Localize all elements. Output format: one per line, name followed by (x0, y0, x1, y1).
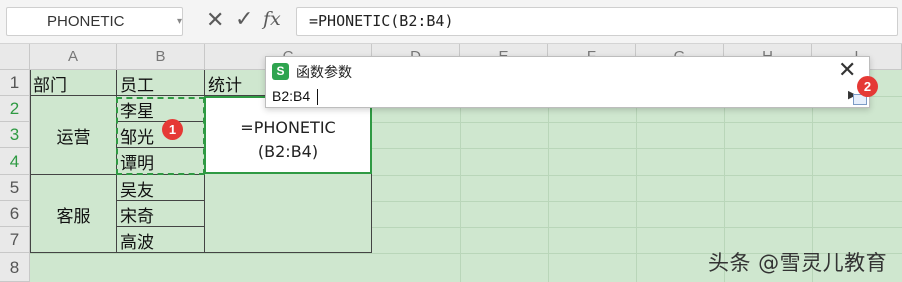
cell-a5-merged[interactable]: 客服 (31, 175, 116, 253)
chevron-down-icon[interactable]: ▾ (177, 16, 182, 27)
cell-c2-formula: =PHONETIC (B2:B4) (206, 116, 370, 164)
cell-c2-line1: =PHONETIC (240, 118, 336, 137)
cell-c1[interactable]: 统计 (208, 70, 242, 96)
column-header-b[interactable]: B (117, 44, 205, 70)
watermark: 头条 @雪灵儿教育 (708, 251, 888, 275)
cell-b6[interactable]: 宋奇 (120, 201, 154, 227)
gridline (372, 227, 902, 228)
formula-bar: PHONETIC ▾ ✕ ✓ fx =PHONETIC(B2:B4) (0, 0, 902, 44)
fx-icon[interactable]: fx (263, 8, 281, 30)
name-box-value: PHONETIC (47, 13, 125, 30)
row-header-7[interactable]: 7 (0, 227, 30, 253)
cell-b5[interactable]: 吴友 (120, 175, 154, 201)
row-header-8[interactable]: 8 (0, 253, 30, 282)
close-icon[interactable]: ✕ (838, 58, 856, 83)
name-box[interactable]: PHONETIC ▾ (6, 7, 183, 36)
range-input[interactable]: B2:B4 (270, 87, 848, 107)
range-input-value: B2:B4 (272, 88, 311, 104)
step-badge-1: 1 (162, 119, 183, 140)
row-header-2[interactable]: 2 (0, 96, 30, 122)
gridline (372, 175, 902, 176)
row-header-1[interactable]: 1 (0, 70, 30, 96)
dialog-title: 函数参数 (296, 65, 352, 81)
function-arguments-dialog: S 函数参数 ✕ B2:B4 ▶ (265, 56, 870, 108)
row-header-4[interactable]: 4 (0, 148, 30, 175)
confirm-icon[interactable]: ✓ (235, 7, 253, 32)
cancel-icon[interactable]: ✕ (206, 8, 224, 33)
gridline (372, 122, 902, 123)
row-header-6[interactable]: 6 (0, 201, 30, 227)
row-header-5[interactable]: 5 (0, 175, 30, 201)
range-selection-b2-b4 (116, 97, 205, 175)
cell-c2-line2: (B2:B4) (257, 142, 319, 161)
text-caret (317, 89, 318, 105)
row-header-3[interactable]: 3 (0, 122, 30, 148)
cell-b7[interactable]: 高波 (120, 227, 154, 253)
gridline (372, 148, 902, 149)
cell-a2-merged[interactable]: 运营 (31, 96, 116, 175)
step-badge-2: 2 (857, 76, 878, 97)
gridline (372, 201, 902, 202)
formula-input[interactable]: =PHONETIC(B2:B4) (296, 7, 898, 36)
cell-a1[interactable]: 部门 (33, 70, 67, 96)
cell-b1[interactable]: 员工 (120, 70, 154, 96)
app-logo-icon: S (272, 63, 289, 80)
column-header-a[interactable]: A (30, 44, 117, 70)
select-all-corner[interactable] (0, 44, 30, 70)
formula-text: =PHONETIC(B2:B4) (309, 12, 454, 30)
